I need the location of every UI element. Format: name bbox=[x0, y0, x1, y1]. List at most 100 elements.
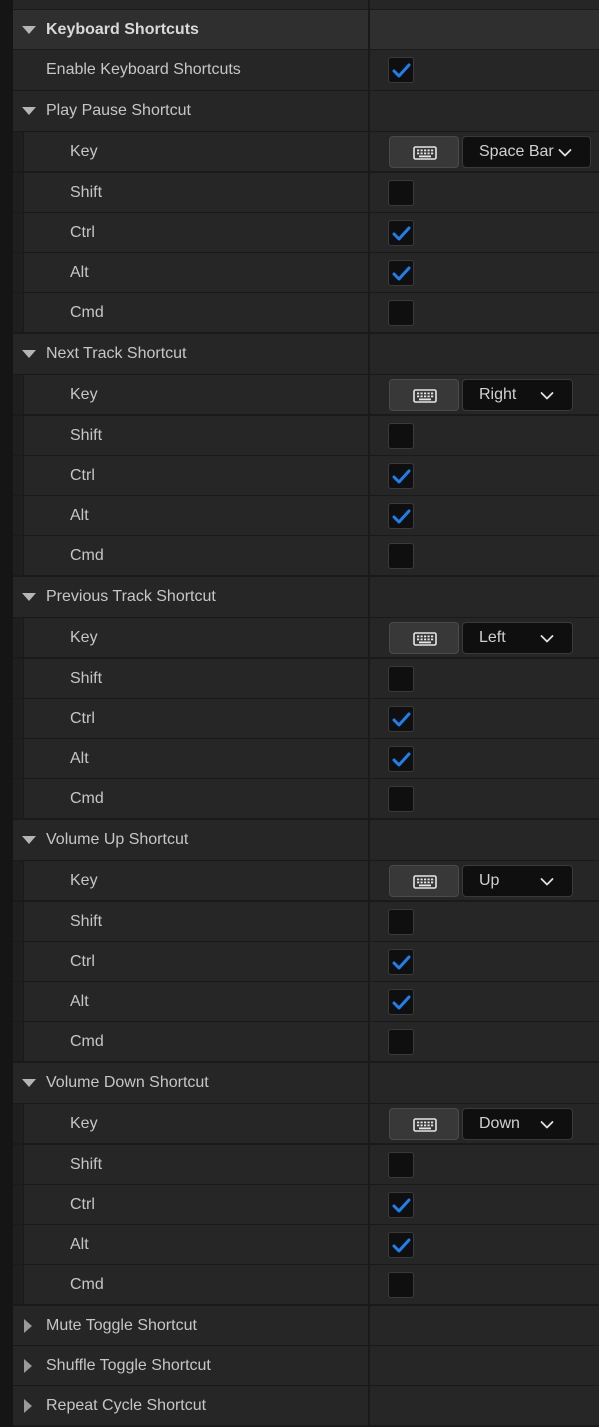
key-select-value: Left bbox=[479, 628, 506, 646]
modifier-checkbox-ctrl[interactable] bbox=[388, 705, 414, 732]
value-cell bbox=[370, 1386, 599, 1425]
modifier-checkbox-ctrl[interactable] bbox=[388, 948, 414, 975]
modifier-label: Alt bbox=[70, 263, 89, 281]
checkmark-icon bbox=[392, 752, 411, 766]
modifier-label: Alt bbox=[70, 749, 89, 767]
modifier-checkbox-cmd[interactable] bbox=[388, 542, 414, 569]
value-cell bbox=[370, 1346, 599, 1385]
group-title: Mute Toggle Shortcut bbox=[46, 1316, 197, 1334]
modifier-checkbox-ctrl[interactable] bbox=[388, 1191, 414, 1218]
modifier-checkbox-cmd[interactable] bbox=[388, 785, 414, 812]
key-capture-button[interactable] bbox=[389, 135, 459, 168]
indent-guide bbox=[13, 942, 23, 981]
triangle-right-icon[interactable] bbox=[24, 1398, 32, 1413]
group-mute-toggle-shortcut: Mute Toggle Shortcut bbox=[13, 1306, 599, 1345]
modifier-checkbox-cmd[interactable] bbox=[388, 1271, 414, 1298]
chevron-down-icon bbox=[558, 148, 572, 156]
modifier-checkbox-alt[interactable] bbox=[388, 502, 414, 529]
indent-guide bbox=[13, 416, 23, 455]
modifier-checkbox-shift[interactable] bbox=[388, 665, 414, 692]
value-cell bbox=[370, 334, 599, 374]
keyboard-icon bbox=[413, 874, 437, 889]
modifier-label: Cmd bbox=[70, 1032, 104, 1050]
triangle-down-icon[interactable] bbox=[22, 1079, 36, 1087]
modifier-checkbox-shift[interactable] bbox=[388, 422, 414, 449]
modifier-row-ctrl: Ctrl bbox=[13, 942, 599, 981]
key-row: Key Space Bar bbox=[13, 132, 599, 171]
value-cell bbox=[370, 1306, 599, 1345]
group-title: Shuffle Toggle Shortcut bbox=[46, 1356, 211, 1374]
modifier-checkbox-alt[interactable] bbox=[388, 988, 414, 1015]
triangle-down-icon[interactable] bbox=[22, 593, 36, 601]
checkmark-icon bbox=[392, 955, 411, 969]
key-row: Key Right bbox=[13, 375, 599, 414]
keyboard-icon bbox=[413, 145, 437, 160]
modifier-row-cmd: Cmd bbox=[13, 1265, 599, 1304]
triangle-down-icon[interactable] bbox=[22, 25, 36, 34]
key-label: Key bbox=[70, 142, 98, 160]
triangle-down-icon[interactable] bbox=[22, 350, 36, 358]
enable-shortcuts-checkbox[interactable] bbox=[388, 57, 414, 83]
key-capture-button[interactable] bbox=[389, 378, 459, 411]
checkmark-icon bbox=[392, 509, 411, 523]
group-volume-up-shortcut: Volume Up Shortcut bbox=[13, 820, 599, 860]
modifier-row-cmd: Cmd bbox=[13, 536, 599, 575]
modifier-row-ctrl: Ctrl bbox=[13, 213, 599, 252]
modifier-checkbox-shift[interactable] bbox=[388, 1151, 414, 1178]
modifier-row-cmd: Cmd bbox=[13, 779, 599, 818]
modifier-checkbox-alt[interactable] bbox=[388, 259, 414, 286]
key-select-dropdown[interactable]: Space Bar bbox=[462, 135, 591, 168]
modifier-label: Shift bbox=[70, 912, 103, 930]
group-title: Next Track Shortcut bbox=[46, 345, 187, 362]
key-row: Key Up bbox=[13, 861, 599, 900]
modifier-label: Ctrl bbox=[70, 1195, 95, 1213]
modifier-checkbox-ctrl[interactable] bbox=[388, 462, 414, 489]
keyboard-icon bbox=[413, 1117, 437, 1132]
modifier-checkbox-ctrl[interactable] bbox=[388, 219, 414, 246]
group-title: Previous Track Shortcut bbox=[46, 588, 216, 605]
checkmark-icon bbox=[392, 63, 411, 78]
chevron-down-icon bbox=[540, 391, 554, 399]
enable-shortcuts-label: Enable Keyboard Shortcuts bbox=[46, 61, 241, 78]
group-play-pause-shortcut: Play Pause Shortcut bbox=[13, 91, 599, 131]
category-title: Keyboard Shortcuts bbox=[46, 20, 199, 38]
left-gutter bbox=[0, 0, 13, 1427]
modifier-checkbox-shift[interactable] bbox=[388, 908, 414, 935]
triangle-right-icon[interactable] bbox=[24, 1358, 32, 1373]
key-capture-button[interactable] bbox=[389, 864, 459, 897]
group-previous-track-shortcut: Previous Track Shortcut bbox=[13, 577, 599, 617]
chevron-down-icon bbox=[540, 877, 554, 885]
modifier-row-alt: Alt bbox=[13, 496, 599, 535]
modifier-checkbox-alt[interactable] bbox=[388, 1231, 414, 1258]
value-cell bbox=[370, 820, 599, 860]
modifier-label: Alt bbox=[70, 992, 89, 1010]
triangle-down-icon[interactable] bbox=[22, 107, 36, 115]
modifier-label: Alt bbox=[70, 1235, 89, 1253]
modifier-row-shift: Shift bbox=[13, 902, 599, 941]
key-select-dropdown[interactable]: Left bbox=[462, 621, 573, 654]
indent-guide bbox=[13, 293, 23, 332]
modifier-checkbox-shift[interactable] bbox=[388, 179, 414, 206]
indent-guide bbox=[13, 132, 23, 171]
indent-guide bbox=[13, 1145, 23, 1184]
triangle-down-icon[interactable] bbox=[22, 836, 36, 844]
checkmark-icon bbox=[392, 226, 411, 240]
modifier-row-shift: Shift bbox=[13, 659, 599, 698]
key-capture-button[interactable] bbox=[389, 621, 459, 654]
key-label: Key bbox=[70, 1114, 98, 1132]
modifier-checkbox-cmd[interactable] bbox=[388, 1028, 414, 1055]
key-label: Key bbox=[70, 871, 98, 889]
modifier-checkbox-cmd[interactable] bbox=[388, 299, 414, 326]
key-select-dropdown[interactable]: Down bbox=[462, 1107, 573, 1140]
key-select-value: Up bbox=[479, 871, 500, 889]
group-next-track-shortcut: Next Track Shortcut bbox=[13, 334, 599, 374]
modifier-row-alt: Alt bbox=[13, 1225, 599, 1264]
key-label: Key bbox=[70, 628, 98, 646]
modifier-label: Shift bbox=[70, 669, 103, 687]
key-select-dropdown[interactable]: Right bbox=[462, 378, 573, 411]
triangle-right-icon[interactable] bbox=[24, 1318, 32, 1333]
modifier-checkbox-alt[interactable] bbox=[388, 745, 414, 772]
key-capture-button[interactable] bbox=[389, 1107, 459, 1140]
key-select-dropdown[interactable]: Up bbox=[462, 864, 573, 897]
modifier-label: Shift bbox=[70, 426, 103, 444]
